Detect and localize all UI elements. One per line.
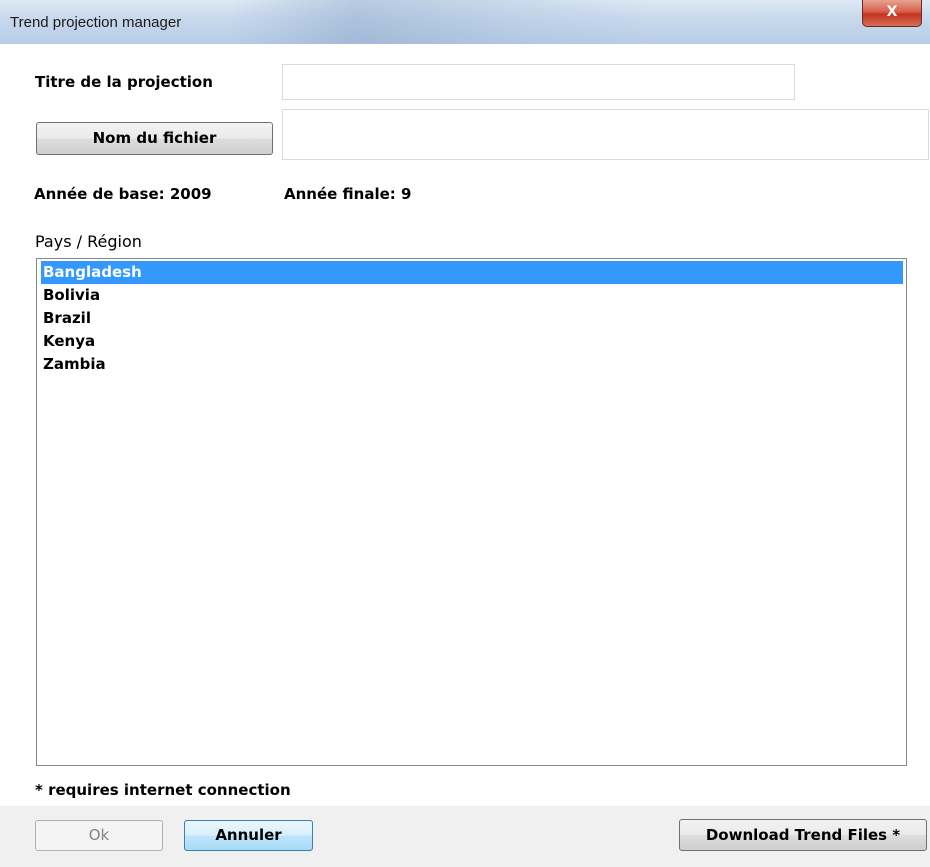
country-listbox[interactable]: Bangladesh Bolivia Brazil Kenya Zambia xyxy=(36,258,907,766)
filename-field[interactable] xyxy=(282,109,929,160)
internet-note: * requires internet connection xyxy=(35,781,291,799)
trend-projection-dialog: Trend projection manager X Titre de la p… xyxy=(0,0,930,867)
list-item[interactable]: Kenya xyxy=(41,330,903,353)
title-bar[interactable]: Trend projection manager X xyxy=(0,0,930,44)
country-list-label: Pays / Région xyxy=(35,232,142,251)
window-title: Trend projection manager xyxy=(10,14,182,31)
list-item[interactable]: Bolivia xyxy=(41,284,903,307)
projection-title-label: Titre de la projection xyxy=(35,73,213,91)
list-item[interactable]: Brazil xyxy=(41,307,903,330)
ok-button[interactable]: Ok xyxy=(35,820,163,851)
title-bar-glow xyxy=(230,0,650,44)
projection-title-input[interactable] xyxy=(282,64,795,100)
filename-button[interactable]: Nom du fichier xyxy=(36,122,273,155)
final-year-label: Année finale: 9 xyxy=(284,185,412,203)
dialog-body: Titre de la projection Nom du fichier An… xyxy=(0,44,930,867)
cancel-button[interactable]: Annuler xyxy=(184,820,313,851)
list-item[interactable]: Zambia xyxy=(41,353,903,376)
list-item[interactable]: Bangladesh xyxy=(41,261,903,284)
button-bar: Ok Annuler Download Trend Files * xyxy=(0,806,930,867)
close-button[interactable]: X xyxy=(862,0,922,27)
base-year-label: Année de base: 2009 xyxy=(34,185,212,203)
download-trend-files-button[interactable]: Download Trend Files * xyxy=(679,819,927,851)
close-icon: X xyxy=(886,4,898,20)
